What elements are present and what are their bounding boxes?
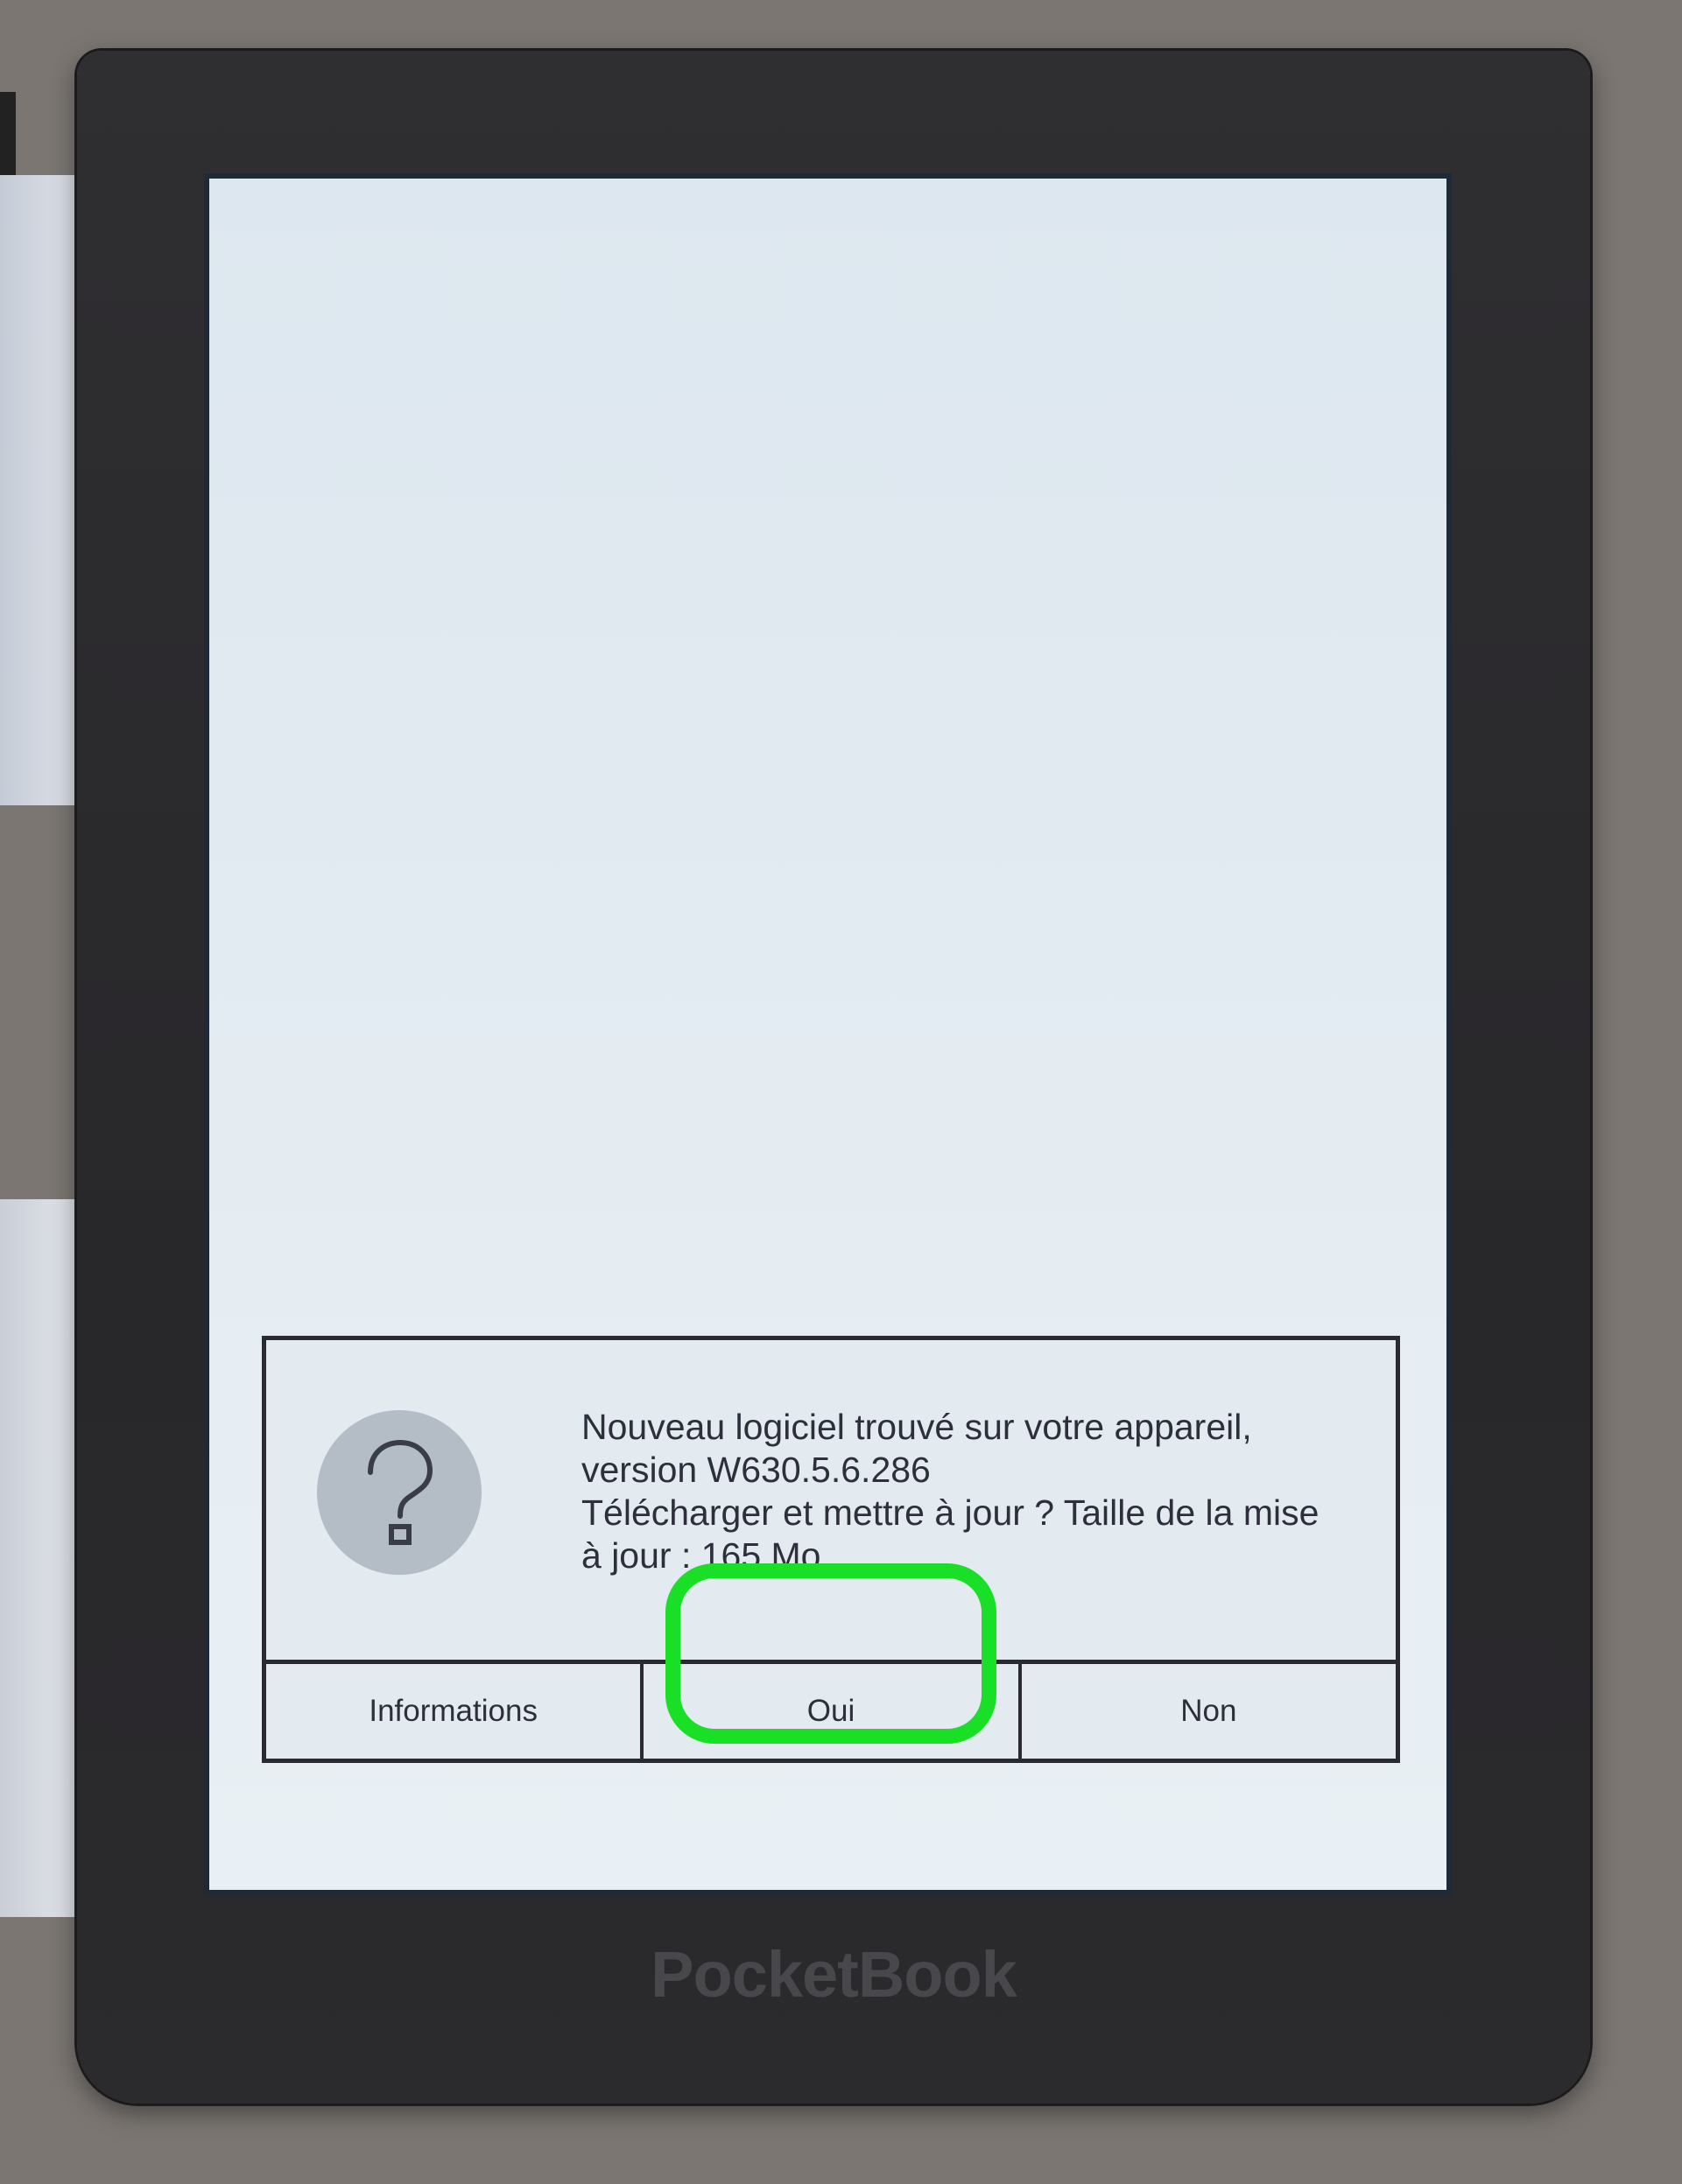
- update-dialog: Nouveau logiciel trouvé sur votre appare…: [262, 1336, 1400, 1763]
- device-screen: Nouveau logiciel trouvé sur votre appare…: [204, 173, 1452, 1895]
- dialog-message-line: Nouveau logiciel trouvé sur votre appare…: [581, 1407, 1252, 1447]
- question-mark-icon: [317, 1410, 482, 1575]
- dialog-button-bar: Informations Oui Non: [262, 1660, 1400, 1763]
- background-object: [0, 175, 83, 805]
- dialog-message-line: à jour : 165 Mo: [581, 1535, 821, 1576]
- oui-button[interactable]: Oui: [640, 1664, 1017, 1759]
- dialog-message-line: Télécharger et mettre à jour ? Taille de…: [581, 1492, 1320, 1533]
- background-object: [0, 1199, 83, 1917]
- dialog-message: Nouveau logiciel trouvé sur votre appare…: [581, 1406, 1378, 1577]
- informations-button[interactable]: Informations: [266, 1664, 640, 1759]
- pocketbook-logo: PocketBook: [651, 1938, 1017, 2011]
- ereader-device: Nouveau logiciel trouvé sur votre appare…: [77, 51, 1590, 2103]
- dialog-message-line: version W630.5.6.286: [581, 1450, 931, 1490]
- non-button[interactable]: Non: [1017, 1664, 1396, 1759]
- background-object: [0, 92, 16, 175]
